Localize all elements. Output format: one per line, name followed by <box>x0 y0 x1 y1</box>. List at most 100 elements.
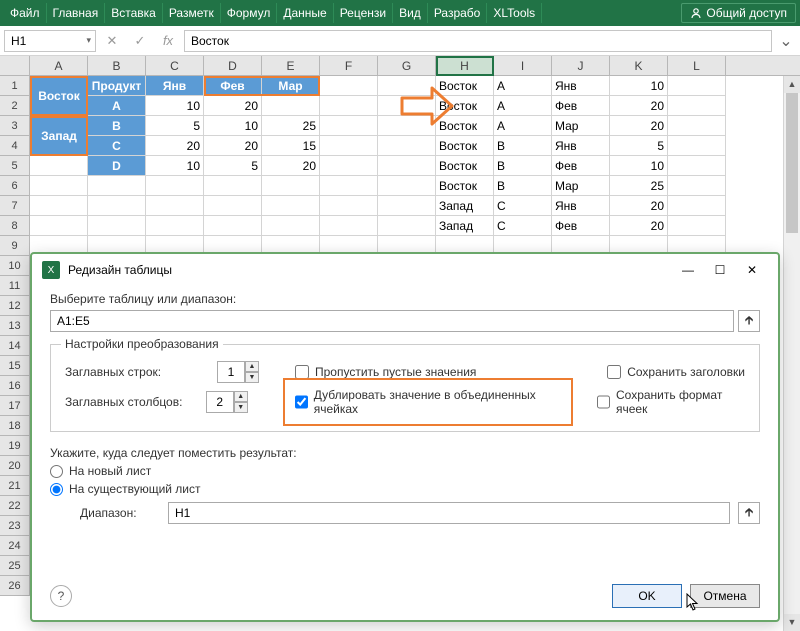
ribbon-tab-вид[interactable]: Вид <box>393 3 428 23</box>
cell[interactable]: Восток <box>436 136 494 156</box>
cancel-edit-icon[interactable]: ✕ <box>100 30 124 52</box>
cell[interactable] <box>378 216 436 236</box>
spinner-up-icon[interactable]: ▲ <box>245 361 259 372</box>
cell[interactable] <box>262 216 320 236</box>
cell[interactable]: 20 <box>204 136 262 156</box>
cell[interactable]: 20 <box>204 96 262 116</box>
row-header[interactable]: 26 <box>0 576 30 596</box>
cell[interactable]: Янв <box>552 76 610 96</box>
cell[interactable]: 10 <box>610 156 668 176</box>
row-header[interactable]: 15 <box>0 356 30 376</box>
cell[interactable]: 10 <box>146 156 204 176</box>
cell[interactable]: A <box>494 96 552 116</box>
cell[interactable] <box>88 216 146 236</box>
cell[interactable]: 5 <box>204 156 262 176</box>
cell[interactable]: 10 <box>610 76 668 96</box>
ribbon-tab-разрабо[interactable]: Разрабо <box>428 3 488 23</box>
cell[interactable] <box>668 156 726 176</box>
row-header[interactable]: 10 <box>0 256 30 276</box>
close-icon[interactable]: ✕ <box>736 260 768 280</box>
cell[interactable] <box>320 156 378 176</box>
cell[interactable] <box>204 216 262 236</box>
row-header[interactable]: 12 <box>0 296 30 316</box>
row-header[interactable]: 5 <box>0 156 30 176</box>
vertical-scrollbar[interactable]: ▲ ▼ <box>783 76 800 631</box>
ribbon-tab-главная[interactable]: Главная <box>47 3 106 23</box>
column-header[interactable]: F <box>320 56 378 75</box>
cell[interactable] <box>668 116 726 136</box>
row-header[interactable]: 16 <box>0 376 30 396</box>
cell[interactable]: 10 <box>146 96 204 116</box>
cell[interactable]: B <box>494 136 552 156</box>
cell[interactable]: Фев <box>552 216 610 236</box>
cell[interactable] <box>30 176 88 196</box>
cancel-button[interactable]: Отмена <box>690 584 760 608</box>
confirm-edit-icon[interactable]: ✓ <box>128 30 152 52</box>
cell[interactable]: 20 <box>610 96 668 116</box>
source-range-input[interactable] <box>50 310 734 332</box>
dialog-titlebar[interactable]: X Редизайн таблицы — ☐ ✕ <box>32 254 778 286</box>
column-header[interactable]: H <box>436 56 494 75</box>
cell[interactable] <box>88 196 146 216</box>
cell[interactable]: 5 <box>610 136 668 156</box>
ribbon-tab-рецензи[interactable]: Рецензи <box>334 3 393 23</box>
cell[interactable] <box>146 176 204 196</box>
column-header[interactable]: G <box>378 56 436 75</box>
cell[interactable] <box>320 96 378 116</box>
minimize-icon[interactable]: — <box>672 260 704 280</box>
row-header[interactable]: 20 <box>0 456 30 476</box>
cell[interactable] <box>204 196 262 216</box>
row-header[interactable]: 23 <box>0 516 30 536</box>
cell[interactable]: Продукт <box>88 76 146 96</box>
row-header[interactable]: 4 <box>0 136 30 156</box>
row-header[interactable]: 11 <box>0 276 30 296</box>
range-picker-icon[interactable]: 🡱 <box>738 310 760 332</box>
cell[interactable] <box>668 96 726 116</box>
formula-expand-icon[interactable]: ⌄ <box>776 31 796 51</box>
ribbon-tab-формул[interactable]: Формул <box>221 3 278 23</box>
column-header[interactable]: C <box>146 56 204 75</box>
cell[interactable]: B <box>494 176 552 196</box>
row-header[interactable]: 18 <box>0 416 30 436</box>
scroll-up-icon[interactable]: ▲ <box>784 76 800 93</box>
keep-headers-checkbox[interactable]: Сохранить заголовки <box>607 365 745 379</box>
name-box[interactable]: H1 <box>4 30 96 52</box>
cell[interactable] <box>204 176 262 196</box>
row-header[interactable]: 13 <box>0 316 30 336</box>
spinner-down-icon[interactable]: ▼ <box>245 372 259 383</box>
share-button[interactable]: Общий доступ <box>681 3 796 23</box>
cell[interactable]: Янв <box>146 76 204 96</box>
cell[interactable]: B <box>494 156 552 176</box>
cell[interactable]: C <box>494 196 552 216</box>
cell[interactable]: 20 <box>146 136 204 156</box>
cell[interactable]: C <box>494 216 552 236</box>
cell[interactable] <box>668 216 726 236</box>
cell[interactable]: Фев <box>552 96 610 116</box>
row-header[interactable]: 14 <box>0 336 30 356</box>
scroll-down-icon[interactable]: ▼ <box>784 614 800 631</box>
row-header[interactable]: 1 <box>0 76 30 96</box>
cell[interactable]: 25 <box>262 116 320 136</box>
cell[interactable]: 20 <box>610 196 668 216</box>
ribbon-tab-xltools[interactable]: XLTools <box>487 3 542 23</box>
ribbon-tab-файл[interactable]: Файл <box>4 3 47 23</box>
cell[interactable] <box>262 96 320 116</box>
scroll-thumb[interactable] <box>786 93 798 233</box>
cell[interactable]: A <box>494 116 552 136</box>
row-header[interactable]: 9 <box>0 236 30 256</box>
ok-button[interactable]: OK <box>612 584 682 608</box>
cell[interactable]: A <box>494 76 552 96</box>
cell[interactable] <box>378 196 436 216</box>
ribbon-tab-вставка[interactable]: Вставка <box>105 3 163 23</box>
cell[interactable] <box>146 196 204 216</box>
fx-icon[interactable]: fx <box>156 30 180 52</box>
column-header[interactable]: D <box>204 56 262 75</box>
header-rows-input[interactable] <box>217 361 245 383</box>
cell[interactable] <box>30 196 88 216</box>
cell[interactable] <box>320 116 378 136</box>
column-header[interactable]: B <box>88 56 146 75</box>
row-header[interactable]: 2 <box>0 96 30 116</box>
header-cols-input[interactable] <box>206 391 234 413</box>
cell[interactable]: 5 <box>146 116 204 136</box>
cell[interactable] <box>320 76 378 96</box>
